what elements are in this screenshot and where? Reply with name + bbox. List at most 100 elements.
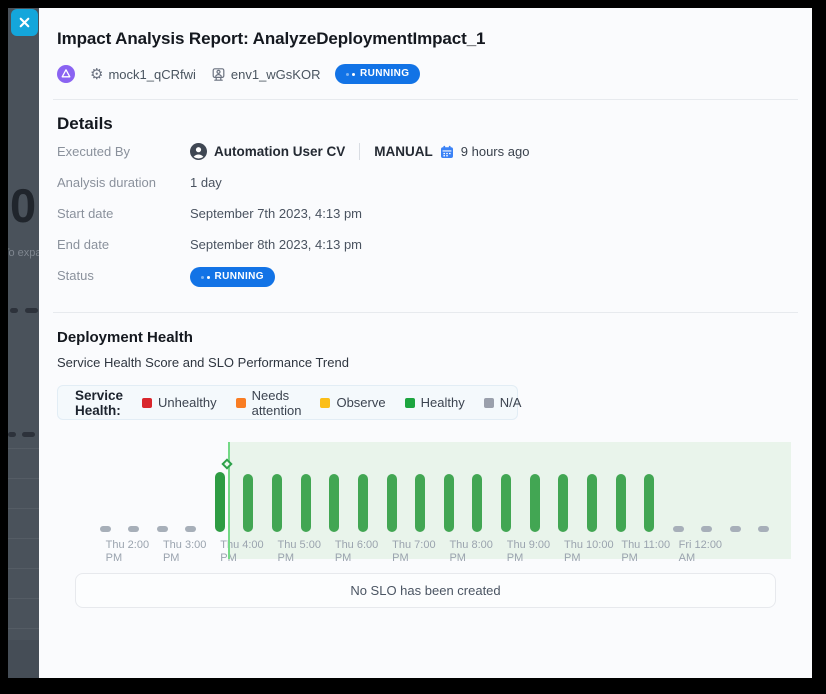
legend-item: Observe — [320, 395, 385, 410]
legend-swatch — [142, 398, 152, 408]
detail-value: Automation User CV MANUAL 9 hours ago — [190, 143, 529, 160]
background-table-rows — [8, 448, 39, 643]
x-axis-label: Thu 2:00PM — [106, 539, 164, 565]
dimmed-background-page: 0 To expa — [8, 8, 39, 678]
calendar-icon — [440, 145, 454, 159]
health-bar — [128, 526, 139, 532]
legend-swatch — [236, 398, 246, 408]
x-axis-label: Thu 9:00PM — [507, 539, 565, 565]
background-shape — [25, 308, 38, 313]
x-axis-label: Thu 5:00PM — [278, 539, 336, 565]
detail-row-executed-by: Executed By Automation User CV MANUAL 9 … — [57, 143, 794, 174]
health-bar — [157, 526, 168, 532]
legend-item: Unhealthy — [142, 395, 217, 410]
health-bar — [530, 474, 540, 532]
health-bar — [185, 526, 196, 532]
trigger-mode: MANUAL — [374, 143, 433, 160]
x-axis-label: Thu 3:00PM — [163, 539, 221, 565]
health-bar — [272, 474, 282, 532]
environment-chip: env1_wGsKOR — [211, 67, 321, 82]
health-bar — [415, 474, 425, 532]
detail-value: RUNNING — [190, 267, 275, 287]
health-bar — [358, 474, 368, 532]
details-rows: Executed By Automation User CV MANUAL 9 … — [57, 143, 794, 298]
legend-label: Healthy — [421, 395, 465, 410]
detail-row-status: Status RUNNING — [57, 267, 794, 298]
health-bar — [587, 474, 597, 532]
health-bar — [616, 474, 626, 532]
health-bar — [701, 526, 712, 532]
user-avatar-icon — [190, 143, 207, 160]
health-bar — [243, 474, 253, 532]
service-avatar — [57, 65, 75, 83]
health-bar — [644, 474, 654, 532]
details-section: Details Executed By Automation User CV M… — [39, 113, 812, 298]
health-bar — [215, 472, 225, 532]
health-bar — [301, 474, 311, 532]
status-badge-label: RUNNING — [360, 68, 409, 80]
detail-label: Status — [57, 267, 190, 284]
background-shape — [8, 432, 16, 437]
x-axis-label: Thu 7:00PM — [392, 539, 450, 565]
health-bar — [472, 474, 482, 532]
deployment-health-heading: Deployment Health — [57, 328, 794, 348]
deployment-health-subtitle: Service Health Score and SLO Performance… — [57, 354, 794, 372]
legend-title: Service Health: — [75, 388, 123, 418]
legend-items: Unhealthy Needs attention Observe Healthy N/… — [142, 388, 521, 418]
environment-icon — [211, 67, 226, 82]
status-badge-label: RUNNING — [215, 271, 264, 283]
legend-label: Observe — [336, 395, 385, 410]
executed-time-ago: 9 hours ago — [461, 143, 530, 160]
background-metric: 0 — [10, 178, 35, 233]
close-icon — [19, 17, 30, 28]
background-band — [8, 640, 39, 678]
health-bar — [387, 474, 397, 532]
service-health-legend: Service Health: Unhealthy Needs attention… — [57, 385, 518, 420]
section-divider — [53, 312, 798, 313]
legend-item: Healthy — [405, 395, 465, 410]
modal-header: Impact Analysis Report: AnalyzeDeploymen… — [39, 8, 812, 85]
detail-value: 1 day — [190, 174, 222, 191]
health-bar — [758, 526, 769, 532]
x-axis-label: Thu 8:00PM — [449, 539, 507, 565]
health-bar — [673, 526, 684, 532]
background-partial-text: To expa — [8, 247, 39, 259]
health-chart: Thu 2:00PMThu 3:00PMThu 4:00PMThu 5:00PM… — [57, 427, 793, 564]
deployment-health-section: Deployment Health Service Health Score a… — [39, 328, 812, 608]
slo-empty-state: No SLO has been created — [75, 573, 776, 608]
close-button[interactable] — [11, 9, 38, 36]
detail-label: Start date — [57, 205, 190, 222]
health-bar — [730, 526, 741, 532]
legend-label: Unhealthy — [158, 395, 217, 410]
environment-name: env1_wGsKOR — [231, 67, 321, 82]
background-shape — [22, 432, 35, 437]
vertical-divider — [359, 143, 360, 160]
health-bar — [100, 526, 111, 532]
legend-item: N/A — [484, 395, 522, 410]
detail-row-end-date: End date September 8th 2023, 4:13 pm — [57, 236, 794, 267]
detail-row-duration: Analysis duration 1 day — [57, 174, 794, 205]
detail-label: Analysis duration — [57, 174, 190, 191]
background-shape — [10, 308, 18, 313]
x-axis-label: Thu 6:00PM — [335, 539, 393, 565]
legend-label: N/A — [500, 395, 522, 410]
running-dots-icon — [346, 73, 355, 76]
status-badge: RUNNING — [335, 64, 420, 84]
running-dots-icon — [201, 276, 210, 279]
detail-label: Executed By — [57, 143, 190, 160]
legend-swatch — [405, 398, 415, 408]
legend-label: Needs attention — [252, 388, 302, 418]
executed-by-user: Automation User CV — [214, 143, 345, 160]
mock-name: mock1_qCRfwi — [108, 67, 195, 82]
detail-value: September 7th 2023, 4:13 pm — [190, 205, 362, 222]
detail-label: End date — [57, 236, 190, 253]
detail-row-start-date: Start date September 7th 2023, 4:13 pm — [57, 205, 794, 236]
health-bar — [501, 474, 511, 532]
legend-item: Needs attention — [236, 388, 302, 418]
health-bar — [558, 474, 568, 532]
legend-swatch — [320, 398, 330, 408]
page-title: Impact Analysis Report: AnalyzeDeploymen… — [57, 28, 794, 50]
details-heading: Details — [57, 113, 794, 135]
x-axis-label: Thu 10:00PM — [564, 539, 622, 565]
status-badge: RUNNING — [190, 267, 275, 287]
